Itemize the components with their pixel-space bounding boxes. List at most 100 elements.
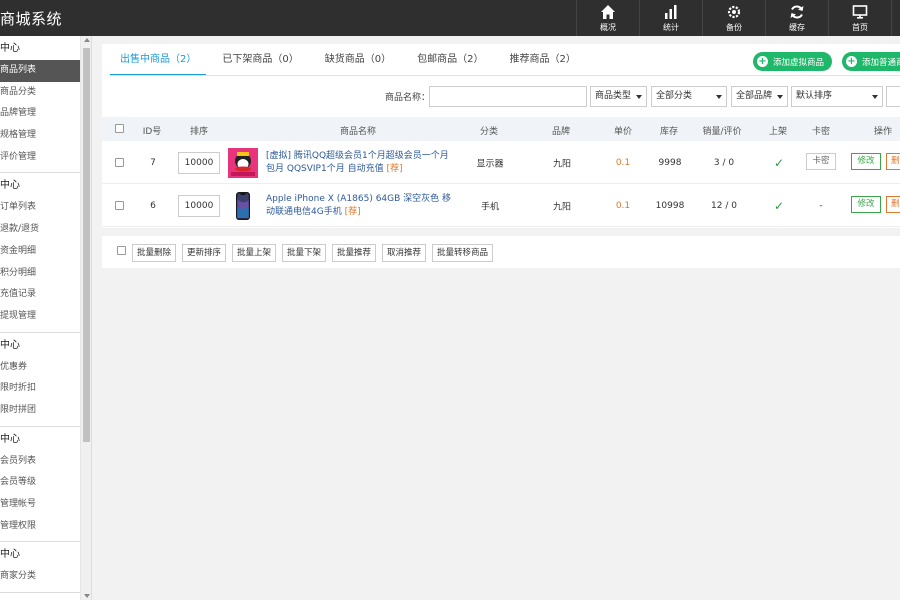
nav-cache[interactable]: 缓存 [765,0,828,36]
sidebar-item-spec[interactable]: 规格管理 [0,125,91,147]
tab-off-shelf[interactable]: 已下架商品（0） [212,50,308,76]
tab-recommended[interactable]: 推荐商品（2） [500,50,586,76]
sidebar-item-discount[interactable]: 限时折扣 [0,378,91,400]
sidebar-item-goods-category[interactable]: 商品分类 [0,82,91,104]
table-header: ID号 排序 商品名称 分类 品牌 单价 库存 销量/评价 上架 卡密 操作 [102,117,900,141]
caret-down-icon [872,95,878,99]
delete-button[interactable]: 删除 [886,196,900,213]
recommend-tag: [荐] [344,207,361,217]
edit-button[interactable]: 修改 [851,153,881,170]
sidebar-item-groupbuy[interactable]: 限时拼团 [0,400,91,422]
sidebar-group-promo: 中心 优惠券 限时折扣 限时拼团 [0,333,91,427]
sidebar-item-goods-list[interactable]: 商品列表 [0,60,91,82]
home-icon [601,4,615,19]
search-button[interactable] [886,86,900,107]
sidebar-item-withdraw[interactable]: 提现管理 [0,306,91,328]
select-all-checkbox[interactable] [115,124,124,133]
row-sales: 3 / 0 [713,157,735,168]
header-price: 单价 [613,127,633,137]
sidebar-item-shop-category[interactable]: 商家分类 [0,566,91,588]
sidebar-item-admin-accounts[interactable]: 管理帐号 [0,494,91,516]
update-sort-button[interactable]: 更新排序 [182,244,227,262]
cancel-recommend-button[interactable]: 取消推荐 [382,244,427,262]
batch-delete-button[interactable]: 批量删除 [132,244,177,262]
scroll-thumb[interactable] [83,48,90,442]
card-code-button[interactable]: 卡密 [806,153,836,170]
sort-select[interactable]: 默认排序 [791,86,883,107]
on-sale-check-icon[interactable]: ✓ [774,156,784,170]
on-sale-check-icon[interactable]: ✓ [774,199,784,213]
nav-backup-label: 备份 [726,22,742,32]
row-product-name[interactable]: [虚拟] 腾讯QQ超级会员1个月超级会员一个月包月 QQSVIP1个月 自动充值… [266,150,456,176]
top-bar: 商城系统 概况 统计 备份 缓存 首页 [0,0,900,36]
goods-type-value: 商品类型 [595,91,632,101]
add-normal-goods-label: 添加普通商品 [862,57,900,68]
nav-stats[interactable]: 统计 [639,0,702,36]
goods-name-input[interactable] [429,86,587,107]
nav-more[interactable] [891,0,900,36]
nav-overview-label: 概况 [600,22,616,32]
goods-name-label: 商品名称： [385,93,431,103]
nav-overview[interactable]: 概况 [576,0,639,36]
sidebar-group-members: 中心 会员列表 会员等级 管理帐号 管理权限 [0,427,91,543]
row-category: 显示器 [476,159,504,169]
sidebar-group-orders: 中心 订单列表 退款/退货 资金明细 积分明细 充值记录 提现管理 [0,173,91,333]
sidebar-item-review[interactable]: 评价管理 [0,147,91,169]
row-checkbox[interactable] [115,201,124,210]
edit-button[interactable]: 修改 [851,196,881,213]
sidebar-item-refund[interactable]: 退款/退货 [0,219,91,241]
row-checkbox[interactable] [115,158,124,167]
nav-home-label: 首页 [852,22,868,32]
tab-divider [110,75,900,76]
sidebar-item-members[interactable]: 会员列表 [0,451,91,473]
sidebar-group-title: 中心 [0,43,20,54]
category-select[interactable]: 全部分类 [651,86,727,107]
qq-vip-product-image [228,148,258,178]
batch-recommend-button[interactable]: 批量推荐 [332,244,377,262]
tab-out-of-stock[interactable]: 缺货商品（0） [315,50,401,76]
row-product-name[interactable]: Apple iPhone X (A1865) 64GB 深空灰色 移动联通电信4… [266,193,456,219]
batch-off-shelf-button[interactable]: 批量下架 [282,244,327,262]
header-category: 分类 [479,127,499,137]
row-id: 7 [150,157,156,168]
sidebar-item-member-level[interactable]: 会员等级 [0,472,91,494]
row-stock: 10998 [655,200,685,211]
goods-panel: 出售中商品（2） 已下架商品（0） 缺货商品（0） 包邮商品（2） 推荐商品（2… [102,44,900,228]
brand-value: 全部品牌 [736,91,773,101]
sidebar-scrollbar[interactable] [80,36,91,600]
iphone-product-image [228,191,258,221]
gear-icon [727,5,741,18]
nav-backup[interactable]: 备份 [702,0,765,36]
sidebar-item-funds[interactable]: 资金明细 [0,241,91,263]
refresh-icon [790,5,804,18]
app-title: 商城系统 [0,10,63,28]
scroll-down-icon[interactable] [84,594,90,598]
sidebar-item-admin-perms[interactable]: 管理权限 [0,516,91,538]
batch-on-shelf-button[interactable]: 批量上架 [232,244,277,262]
sidebar-item-recharge[interactable]: 充值记录 [0,284,91,306]
sidebar-item-brand[interactable]: 品牌管理 [0,103,91,125]
row-sort-input[interactable]: 10000 [178,152,220,174]
sidebar-item-orders[interactable]: 订单列表 [0,197,91,219]
plus-icon: + [757,56,768,67]
sidebar: 中心 商品列表 商品分类 品牌管理 规格管理 评价管理 中心 订单列表 退款/退… [0,36,92,600]
batch-select-all-checkbox[interactable] [117,246,126,255]
row-brand: 九阳 [552,202,572,212]
sidebar-group-shop: 中心 商家分类 [0,542,91,594]
bar-chart-icon [665,4,677,19]
add-virtual-goods-button[interactable]: + 添加虚拟商品 [753,52,833,71]
sidebar-item-points[interactable]: 积分明细 [0,263,91,285]
tab-free-shipping[interactable]: 包邮商品（2） [407,50,493,76]
tab-on-sale[interactable]: 出售中商品（2） [110,50,207,76]
scroll-up-icon[interactable] [84,38,90,42]
recommend-tag: [荐] [386,164,403,174]
row-sales: 12 / 0 [711,200,737,211]
delete-button[interactable]: 删除 [886,153,900,170]
goods-type-select[interactable]: 商品类型 [590,86,647,107]
sidebar-item-coupon[interactable]: 优惠券 [0,357,91,379]
add-normal-goods-button[interactable]: + 添加普通商品 [842,52,900,71]
batch-move-goods-button[interactable]: 批量转移商品 [432,244,494,262]
row-sort-input[interactable]: 10000 [178,195,220,217]
brand-select[interactable]: 全部品牌 [731,86,788,107]
nav-home[interactable]: 首页 [828,0,891,36]
